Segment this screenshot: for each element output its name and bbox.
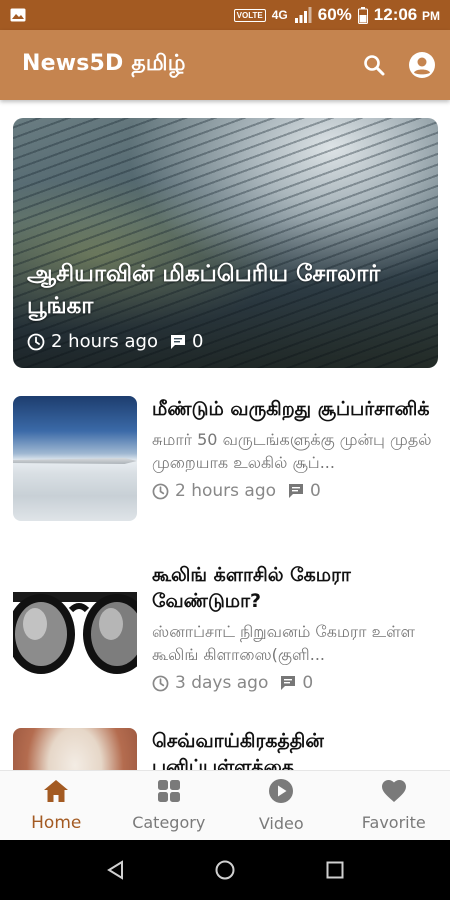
article-time: 3 days ago: [175, 673, 269, 693]
comment-icon: [288, 483, 304, 499]
system-navigation-bar: [0, 840, 450, 900]
featured-article-meta: 2 hours ago 0: [27, 331, 203, 352]
back-icon[interactable]: [106, 860, 124, 880]
network-type: 4G: [271, 8, 288, 22]
heart-icon: [381, 779, 407, 807]
article-item[interactable]: மீண்டும் வருகிறது சூப்பர்சானிக் சுமார் 5…: [13, 396, 438, 521]
recents-icon[interactable]: [326, 861, 344, 879]
article-comments: 0: [302, 673, 314, 693]
clock: 12:06 PM: [374, 5, 440, 25]
supersonic-jet-image: [13, 458, 137, 464]
article-time: 2 hours ago: [175, 481, 277, 501]
article-comments: 0: [310, 481, 321, 501]
clock-icon: [152, 675, 169, 692]
nav-category-label: Category: [132, 813, 206, 832]
search-icon[interactable]: [362, 53, 386, 77]
sunglasses-image: [13, 592, 137, 674]
news-feed[interactable]: ஆசியாவின் மிகப்பெரிய சோலார் பூங்கா 2 hou…: [0, 100, 450, 770]
nav-video[interactable]: Video: [225, 771, 338, 840]
article-headline: மீண்டும் வருகிறது சூப்பர்சானிக்: [152, 398, 430, 420]
article-meta: 2 hours ago 0: [152, 481, 438, 501]
featured-article-comments: 0: [191, 331, 204, 352]
nav-home-label: Home: [31, 812, 82, 833]
article-headline: செவ்வாய்கிரகத்தின் பனிப்பள்ளத்தை: [152, 730, 324, 770]
article-thumbnail: [13, 728, 137, 770]
featured-article-title: ஆசியாவின் மிகப்பெரிய சோலார் பூங்கா: [27, 261, 381, 319]
featured-article-time: 2 hours ago: [51, 331, 158, 352]
app-title: News5D தமிழ்: [22, 51, 186, 76]
clock-ampm: PM: [422, 9, 440, 23]
clock-time: 12:06: [373, 5, 418, 24]
battery-icon: [357, 6, 368, 24]
grid-icon: [157, 779, 181, 807]
clock-icon: [27, 333, 45, 351]
signal-icon: [294, 7, 312, 23]
article-item[interactable]: செவ்வாய்கிரகத்தின் பனிப்பள்ளத்தை: [13, 728, 438, 770]
comment-icon: [170, 334, 186, 350]
gallery-notification-icon: [10, 8, 26, 22]
article-thumbnail: [13, 562, 137, 687]
nav-favorite[interactable]: Favorite: [338, 771, 450, 840]
home-icon: [43, 779, 69, 807]
status-bar: VOLTE 4G 60% 12:06 PM: [0, 0, 450, 30]
nav-favorite-label: Favorite: [361, 813, 426, 832]
battery-percent: 60%: [317, 5, 352, 24]
nav-category[interactable]: Category: [113, 771, 226, 840]
featured-article-card[interactable]: ஆசியாவின் மிகப்பெரிய சோலார் பூங்கா 2 hou…: [13, 118, 438, 368]
app-bar: News5D தமிழ்: [0, 30, 450, 100]
article-summary: சுமார் 50 வருடங்களுக்கு முன்பு முதல் முற…: [152, 430, 432, 472]
play-icon: [268, 778, 294, 808]
nav-home[interactable]: Home: [0, 771, 113, 840]
nav-video-label: Video: [258, 814, 304, 833]
comment-icon: [280, 675, 296, 691]
clock-icon: [152, 483, 169, 500]
article-headline: கூலிங் க்ளாசில் கேமரா வேண்டுமா?: [152, 564, 351, 612]
account-icon[interactable]: [408, 51, 436, 79]
home-circle-icon[interactable]: [215, 860, 235, 880]
article-item[interactable]: கூலிங் க்ளாசில் கேமரா வேண்டுமா? ஸ்னாப்சா…: [13, 562, 438, 693]
article-meta: 3 days ago 0: [152, 673, 438, 693]
bottom-navigation: Home Category Video Favorite: [0, 770, 450, 840]
article-summary: ஸ்னாப்சாட் நிறுவனம் கேமரா உள்ள கூலிங் கி…: [152, 622, 415, 664]
article-thumbnail: [13, 396, 137, 521]
volte-badge: VOLTE: [233, 8, 266, 22]
